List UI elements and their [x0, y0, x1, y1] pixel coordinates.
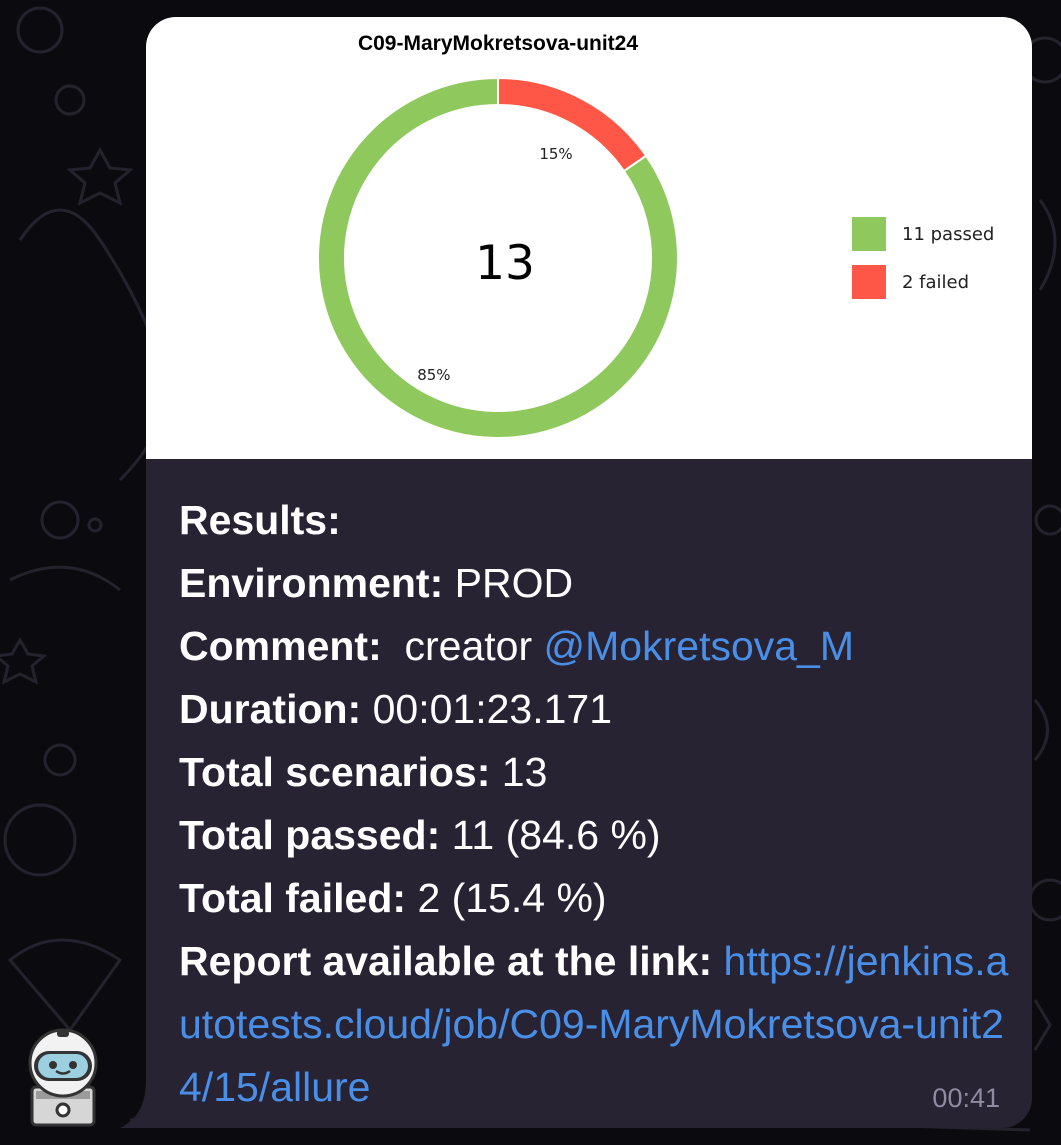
- total-passed-label: Total passed:: [179, 812, 441, 858]
- chart-center-total: 13: [475, 236, 535, 291]
- total-scenarios-label: Total scenarios:: [179, 749, 491, 795]
- robot-avatar-icon[interactable]: [22, 1025, 104, 1129]
- total-failed-label: Total failed:: [179, 875, 407, 921]
- message-bubble[interactable]: C09-MaryMokretsova-unit24 13 15% 85% 11 p…: [146, 17, 1032, 1128]
- pie-percent-label: 85%: [417, 366, 450, 384]
- comment-value: creator: [404, 623, 533, 669]
- pie-chart: C09-MaryMokretsova-unit24 13 15% 85% 11 p…: [317, 32, 994, 439]
- mention-link[interactable]: @Mokretsova_M: [544, 623, 854, 669]
- comment-label: Comment:: [179, 623, 382, 669]
- message-text: Results: Environment: PROD Comment: crea…: [179, 489, 1009, 1119]
- chart-image[interactable]: C09-MaryMokretsova-unit24 13 15% 85% 11 p…: [146, 17, 1032, 459]
- report-label: Report available at the link:: [179, 938, 713, 984]
- total-failed-value: 2 (15.4 %): [417, 875, 607, 921]
- legend-label: 2 failed: [902, 272, 969, 293]
- total-scenarios-value: 13: [501, 749, 548, 795]
- legend-swatch: [852, 217, 886, 251]
- message-time: 00:41: [932, 1083, 1000, 1113]
- environment-label: Environment:: [179, 560, 444, 606]
- results-label: Results:: [179, 497, 341, 543]
- pie-percent-label: 15%: [539, 145, 572, 163]
- duration-value: 00:01:23.171: [372, 686, 613, 732]
- chart-title: C09-MaryMokretsova-unit24: [358, 32, 638, 55]
- legend-label: 11 passed: [902, 224, 994, 245]
- duration-label: Duration:: [179, 686, 362, 732]
- total-passed-value: 11 (84.6 %): [451, 812, 661, 858]
- environment-value: PROD: [454, 560, 574, 606]
- legend-swatch: [852, 265, 886, 299]
